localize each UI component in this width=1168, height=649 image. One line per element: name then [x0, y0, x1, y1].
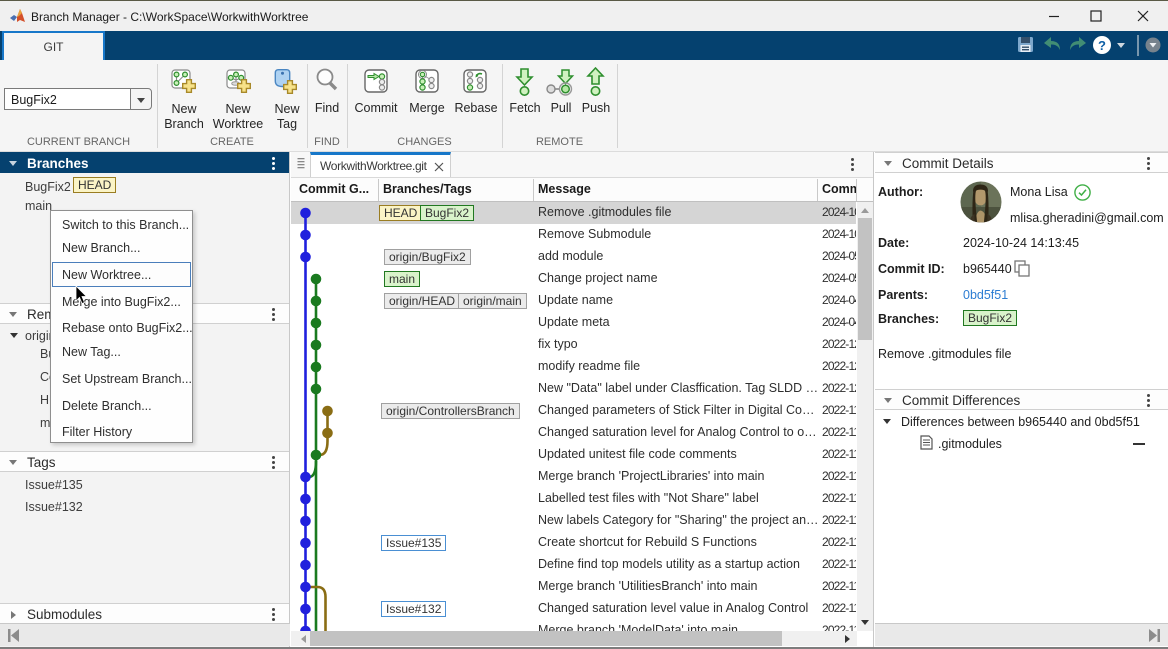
- svg-text:?: ?: [1098, 38, 1106, 53]
